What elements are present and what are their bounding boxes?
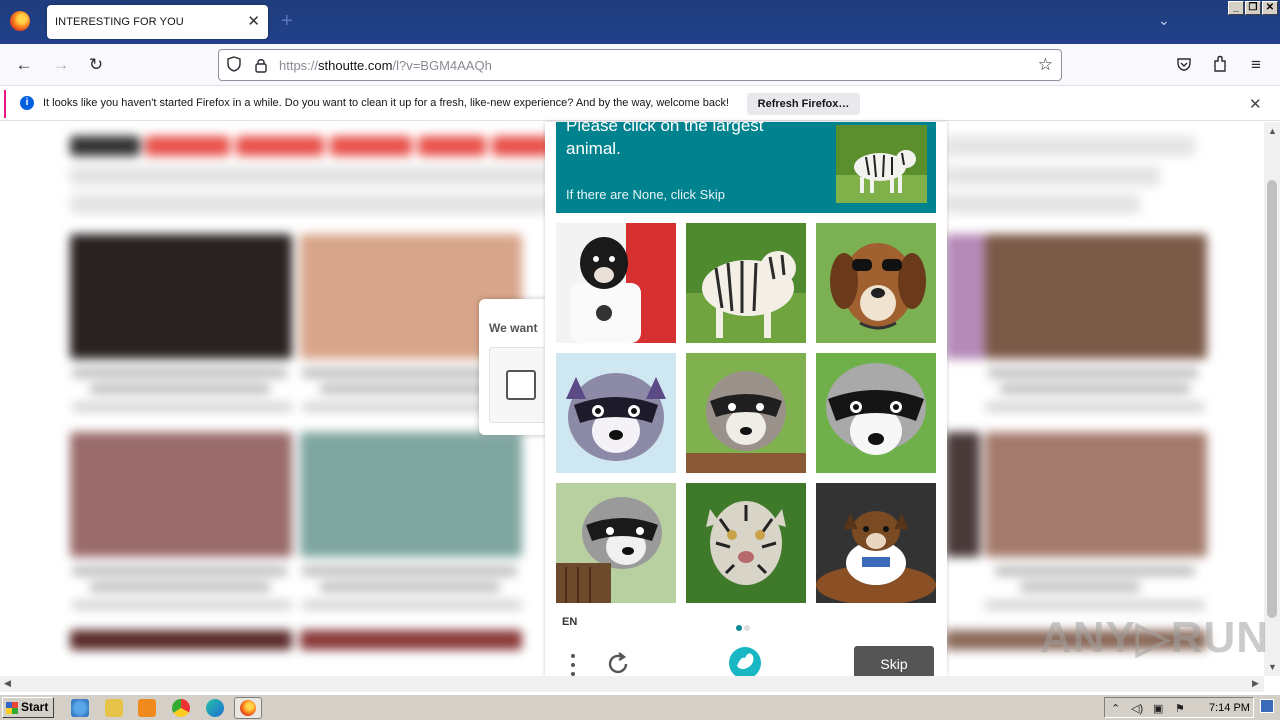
vertical-scrollbar-thumb[interactable] (1267, 180, 1277, 618)
url-text: https://sthoutte.com/l?v=BGM4AAQh (279, 58, 492, 73)
captcha-image-dog-shirt[interactable] (556, 223, 676, 343)
forward-arrow-icon[interactable]: → (50, 55, 72, 77)
anyrun-watermark: ANY▷RUN (1040, 613, 1270, 662)
example-image (836, 125, 927, 203)
captcha-image-raccoon[interactable] (816, 353, 936, 473)
scroll-up-icon[interactable]: ▲ (1268, 126, 1277, 136)
pocket-icon[interactable] (1176, 56, 1192, 72)
start-label: Start (21, 700, 49, 714)
refresh-icon[interactable] (605, 651, 631, 676)
skip-button[interactable]: Skip (854, 646, 934, 676)
captcha-image-raccoon[interactable] (556, 483, 676, 603)
start-button[interactable]: Start (2, 697, 54, 718)
captcha-image-raccoon[interactable] (556, 353, 676, 473)
url-bar[interactable]: https://sthoutte.com/l?v=BGM4AAQh ☆ (218, 49, 1062, 81)
back-arrow-icon[interactable]: ← (13, 55, 35, 77)
lock-icon[interactable] (254, 57, 268, 73)
captcha-image-dog-pillow[interactable] (816, 483, 936, 603)
network-icon[interactable]: ▣ (1153, 702, 1163, 715)
notification-bar: i It looks like you haven't started Fire… (0, 87, 1280, 121)
info-icon: i (20, 96, 34, 110)
vertical-scrollbar[interactable]: ▲ ▼ (1264, 122, 1280, 676)
extensions-icon[interactable] (1212, 55, 1228, 73)
horizontal-scrollbar[interactable]: ◀ ▶ (0, 676, 1264, 692)
scroll-left-icon[interactable]: ◀ (4, 678, 11, 689)
volume-icon[interactable]: ◁) (1131, 702, 1143, 715)
bookmark-star-icon[interactable]: ☆ (1038, 55, 1053, 75)
media-player-icon[interactable] (138, 699, 156, 717)
action-center-flag-icon[interactable]: ⚑ (1175, 702, 1185, 715)
screen: INTERESTING FOR YOU ✕ + ⌄ _ ❐ ✕ ← → ↻ ht… (0, 0, 1280, 720)
window-close-button[interactable]: ✕ (1262, 1, 1278, 15)
captcha-challenge: Please click on the largest animal. If t… (545, 122, 947, 676)
captcha-image-tiger[interactable] (686, 483, 806, 603)
page-dot (744, 625, 750, 631)
tray-arrow-icon[interactable]: ⌃ (1111, 702, 1120, 715)
tab-title: INTERESTING FOR YOU (55, 16, 184, 28)
scroll-down-icon[interactable]: ▼ (1268, 662, 1277, 672)
chrome-icon[interactable] (172, 699, 190, 717)
firefox-icon[interactable] (10, 11, 30, 31)
windows-taskbar: Start ⌃ ◁) ▣ ⚑ 7:14 PM (0, 694, 1280, 720)
hcaptcha-logo-icon (729, 647, 761, 676)
close-icon[interactable]: ✕ (1249, 95, 1262, 113)
captcha-question: Please click on the largest animal. (566, 122, 764, 158)
chevron-down-icon[interactable]: ⌄ (1158, 12, 1170, 29)
page-indicator (736, 618, 752, 636)
tab-active[interactable]: INTERESTING FOR YOU ✕ (47, 5, 268, 39)
firefox-taskbar-button[interactable] (234, 697, 262, 719)
scroll-right-icon[interactable]: ▶ (1252, 678, 1259, 689)
firefox-icon (240, 700, 256, 716)
restore-button[interactable]: ❐ (1245, 1, 1261, 15)
language-selector[interactable]: EN (562, 616, 577, 628)
reload-icon[interactable]: ↻ (85, 55, 107, 77)
system-tray: ⌃ ◁) ▣ ⚑ 7:14 PM (1104, 697, 1254, 718)
close-icon[interactable]: ✕ (247, 12, 260, 30)
ie-icon[interactable] (71, 699, 89, 717)
navigation-bar: ← → ↻ https://sthoutte.com/l?v=BGM4AAQh … (0, 44, 1280, 86)
captcha-image-raccoon[interactable] (686, 353, 806, 473)
page-dot-active (736, 625, 742, 631)
new-tab-icon[interactable]: + (281, 11, 293, 31)
folder-icon[interactable] (105, 699, 123, 717)
consent-title: We want (489, 321, 538, 335)
show-desktop-icon[interactable] (1260, 699, 1274, 713)
clock: 7:14 PM (1209, 702, 1250, 714)
browser-tab-bar: INTERESTING FOR YOU ✕ + ⌄ _ ❐ ✕ (0, 0, 1280, 44)
refresh-firefox-button[interactable]: Refresh Firefox… (747, 93, 860, 115)
notification-message: It looks like you haven't started Firefo… (43, 97, 730, 109)
edge-icon[interactable] (206, 699, 224, 717)
hamburger-menu-icon[interactable]: ≡ (1245, 55, 1267, 77)
windows-flag-icon (6, 702, 18, 714)
captcha-subtext: If there are None, click Skip (566, 187, 725, 202)
captcha-image-grid (556, 223, 936, 603)
captcha-image-tiger[interactable] (686, 223, 806, 343)
minimize-button[interactable]: _ (1228, 1, 1244, 15)
consent-checkbox[interactable] (506, 370, 536, 400)
more-options-icon[interactable] (568, 652, 578, 676)
captcha-image-dog-sunglasses[interactable] (816, 223, 936, 343)
captcha-header: Please click on the largest animal. If t… (556, 122, 936, 213)
shield-icon[interactable] (227, 56, 241, 72)
